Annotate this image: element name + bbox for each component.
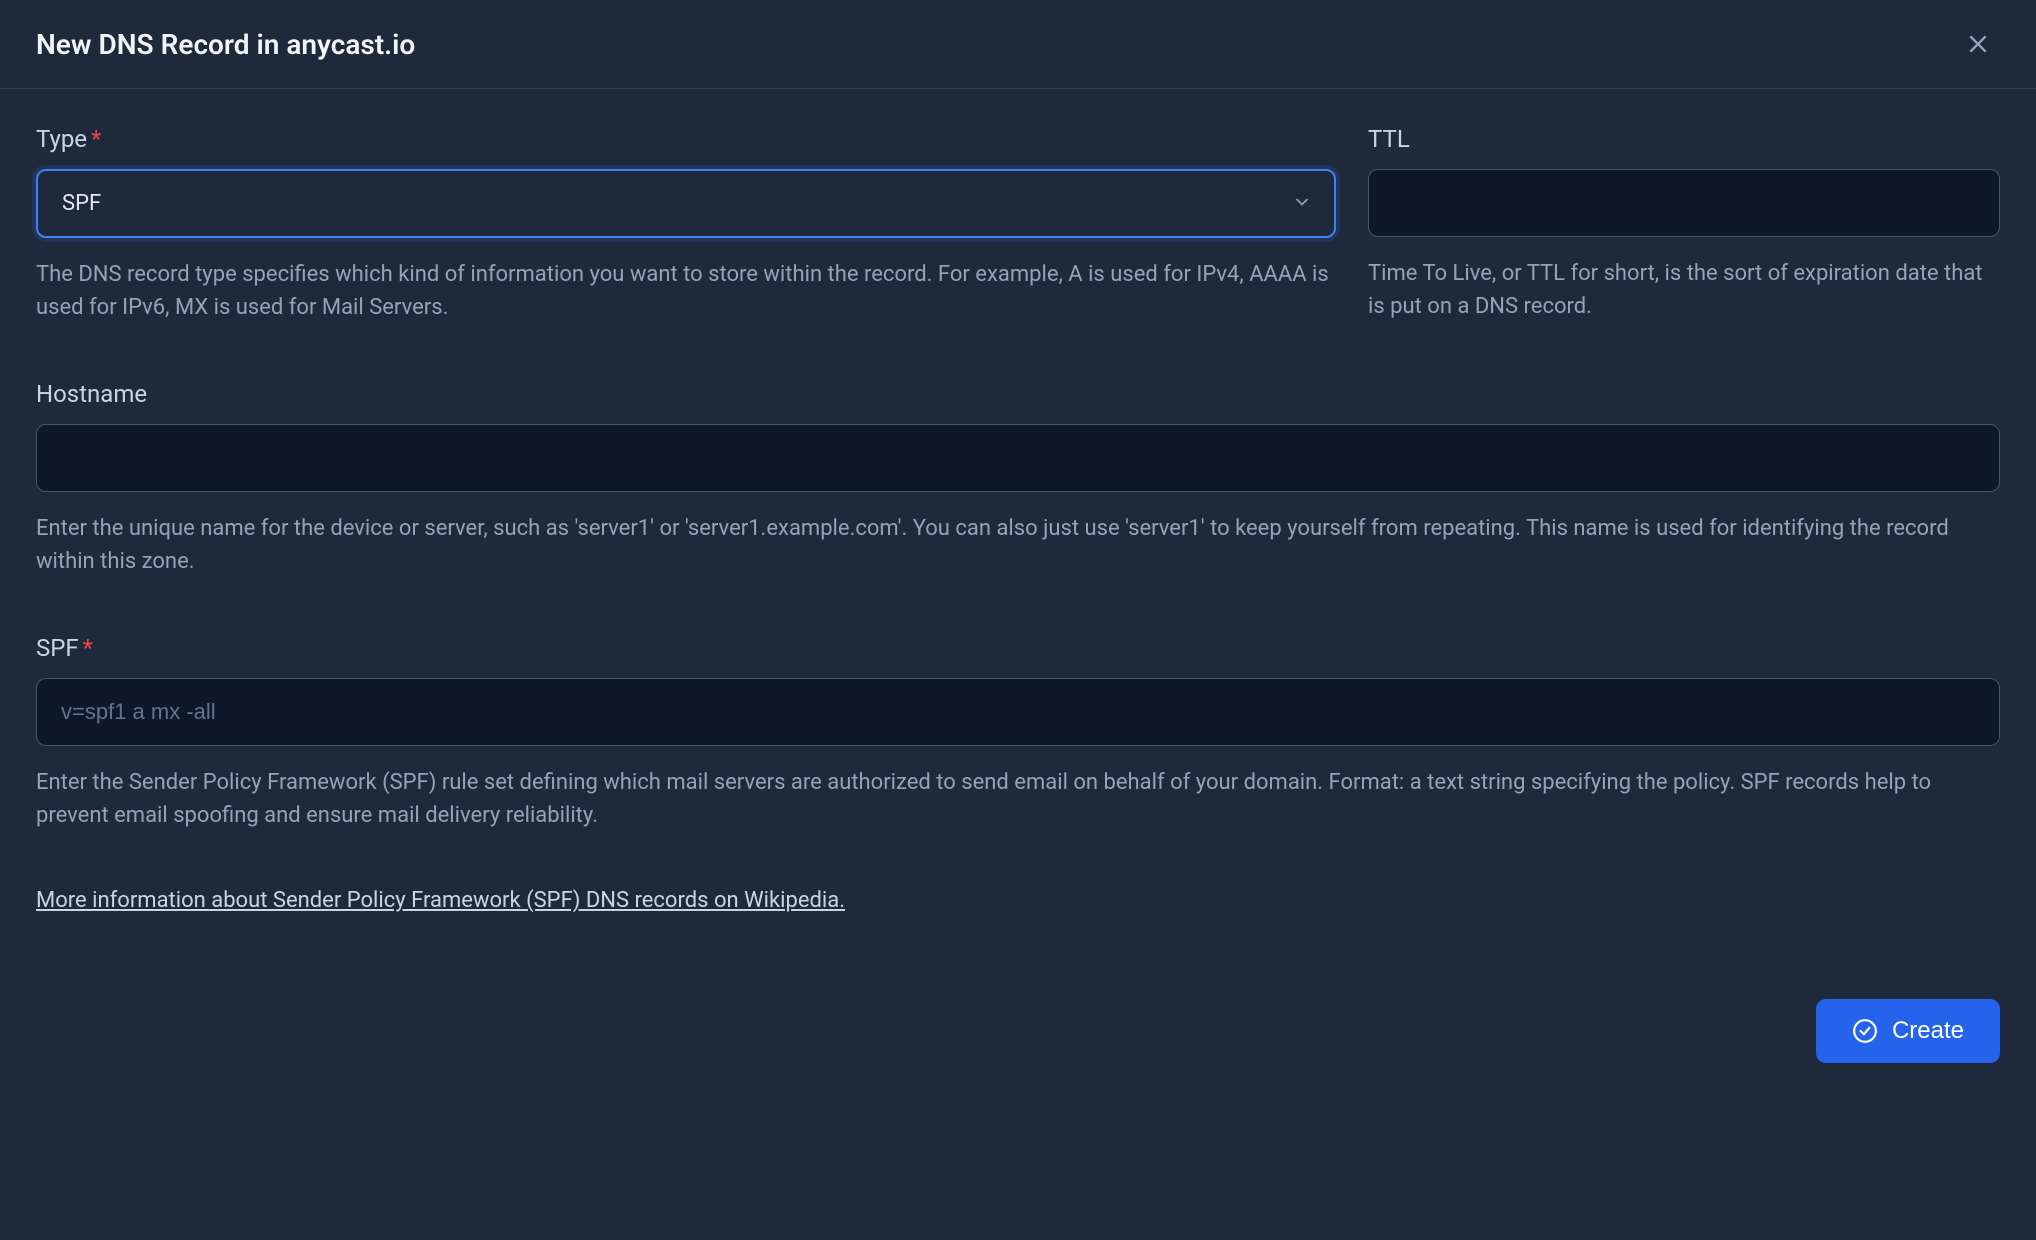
type-label: Type* [36, 125, 1336, 153]
ttl-input[interactable] [1368, 169, 2000, 237]
check-circle-icon [1852, 1018, 1878, 1044]
required-indicator: * [83, 634, 93, 662]
spf-help-text: Enter the Sender Policy Framework (SPF) … [36, 766, 2000, 832]
type-select[interactable]: SPF [36, 169, 1336, 238]
hostname-label: Hostname [36, 380, 2000, 408]
close-button[interactable] [1956, 22, 2000, 66]
ttl-label: TTL [1368, 125, 2000, 153]
create-button[interactable]: Create [1816, 999, 2000, 1063]
close-icon [1964, 30, 1992, 58]
spf-label-text: SPF [36, 634, 79, 662]
hostname-input[interactable] [36, 424, 2000, 492]
required-indicator: * [91, 125, 101, 153]
hostname-help-text: Enter the unique name for the device or … [36, 512, 2000, 578]
spf-label: SPF* [36, 634, 2000, 662]
type-help-text: The DNS record type specifies which kind… [36, 258, 1336, 324]
create-button-label: Create [1892, 1017, 1964, 1045]
modal-title: New DNS Record in anycast.io [36, 28, 415, 61]
spf-input[interactable] [36, 678, 2000, 746]
ttl-help-text: Time To Live, or TTL for short, is the s… [1368, 257, 2000, 323]
more-info-link[interactable]: More information about Sender Policy Fra… [36, 888, 845, 913]
type-label-text: Type [36, 125, 87, 153]
